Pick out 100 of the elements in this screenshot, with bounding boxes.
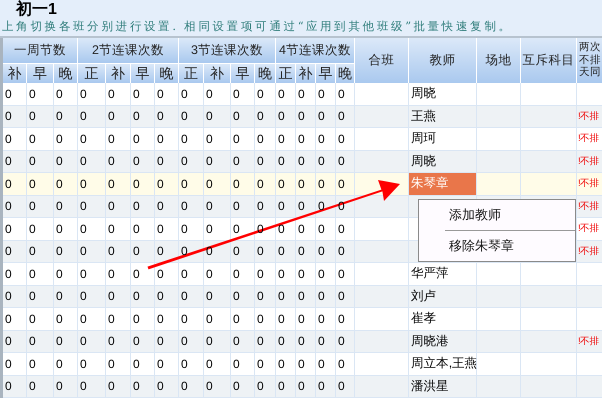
- table-cell[interactable]: 0: [27, 240, 54, 263]
- table-cell[interactable]: 0: [78, 330, 106, 353]
- table-cell[interactable]: 0: [27, 128, 54, 150]
- table-cell[interactable]: 0: [316, 330, 336, 353]
- table-cell[interactable]: 0: [276, 83, 296, 106]
- table-cell[interactable]: 0: [276, 263, 296, 286]
- table-cell[interactable]: 0: [316, 106, 336, 128]
- table-cell[interactable]: 0: [336, 330, 355, 353]
- table-cell[interactable]: 0: [231, 330, 255, 353]
- table-cell[interactable]: 0: [179, 196, 204, 218]
- table-cell[interactable]: 0: [54, 353, 78, 376]
- table-cell[interactable]: 0: [276, 128, 296, 150]
- table-cell[interactable]: 0: [131, 286, 155, 308]
- table-cell[interactable]: 0: [106, 128, 131, 150]
- teacher-cell[interactable]: 王燕: [409, 106, 477, 128]
- table-cell[interactable]: 0: [155, 83, 179, 106]
- table-cell[interactable]: 0: [255, 286, 276, 308]
- table-cell[interactable]: 0: [204, 218, 231, 240]
- table-cell[interactable]: 0: [179, 128, 204, 150]
- table-cell[interactable]: 0: [78, 240, 106, 263]
- table-cell[interactable]: 0: [231, 196, 255, 218]
- table-cell[interactable]: 0: [336, 173, 355, 196]
- table-cell[interactable]: 0: [78, 106, 106, 128]
- table-cell[interactable]: 0: [336, 353, 355, 376]
- table-cell[interactable]: 0: [204, 308, 231, 330]
- table-cell[interactable]: 0: [276, 240, 296, 263]
- table-cell[interactable]: 0: [27, 286, 54, 308]
- table-cell[interactable]: 0: [179, 308, 204, 330]
- table-cell[interactable]: 0: [78, 128, 106, 150]
- table-cell[interactable]: 0: [78, 218, 106, 240]
- table-cell[interactable]: 0: [316, 263, 336, 286]
- table-cell[interactable]: 0: [255, 196, 276, 218]
- table-cell[interactable]: 0: [255, 173, 276, 196]
- table-cell[interactable]: 0: [106, 173, 131, 196]
- menu-item[interactable]: 添加教师: [419, 200, 575, 230]
- table-cell[interactable]: 0: [155, 286, 179, 308]
- table-cell[interactable]: 0: [296, 263, 316, 286]
- teacher-cell[interactable]: 崔孝: [409, 308, 477, 330]
- table-cell[interactable]: 0: [3, 196, 27, 218]
- table-cell[interactable]: 0: [336, 106, 355, 128]
- table-cell[interactable]: 0: [131, 83, 155, 106]
- table-cell[interactable]: 0: [155, 308, 179, 330]
- table-cell[interactable]: 0: [316, 308, 336, 330]
- table-cell[interactable]: 0: [54, 150, 78, 173]
- table-cell[interactable]: 0: [131, 308, 155, 330]
- table-cell[interactable]: 0: [54, 128, 78, 150]
- table-cell[interactable]: 0: [131, 263, 155, 286]
- table-cell[interactable]: 0: [155, 128, 179, 150]
- table-cell[interactable]: 0: [179, 376, 204, 398]
- table-cell[interactable]: 0: [78, 308, 106, 330]
- table-cell[interactable]: 0: [255, 83, 276, 106]
- table-cell[interactable]: 0: [276, 376, 296, 398]
- table-cell[interactable]: 0: [106, 150, 131, 173]
- table-cell[interactable]: 0: [336, 150, 355, 173]
- table-cell[interactable]: 0: [131, 240, 155, 263]
- table-cell[interactable]: 0: [316, 240, 336, 263]
- table-cell[interactable]: 0: [179, 330, 204, 353]
- table-cell[interactable]: 0: [231, 308, 255, 330]
- table-cell[interactable]: 0: [3, 150, 27, 173]
- table-cell[interactable]: 0: [78, 150, 106, 173]
- table-cell[interactable]: 0: [54, 83, 78, 106]
- table-cell[interactable]: 0: [27, 83, 54, 106]
- table-cell[interactable]: 0: [336, 286, 355, 308]
- table-cell[interactable]: 0: [179, 106, 204, 128]
- table-cell[interactable]: 0: [27, 196, 54, 218]
- table-cell[interactable]: 0: [3, 353, 27, 376]
- table-cell[interactable]: 0: [106, 330, 131, 353]
- table-cell[interactable]: 0: [296, 308, 316, 330]
- table-cell[interactable]: 0: [3, 263, 27, 286]
- table-cell[interactable]: 0: [316, 150, 336, 173]
- table-cell[interactable]: 0: [255, 150, 276, 173]
- table-cell[interactable]: 0: [231, 286, 255, 308]
- table-cell[interactable]: 0: [179, 286, 204, 308]
- table-cell[interactable]: 0: [106, 353, 131, 376]
- table-cell[interactable]: 0: [106, 218, 131, 240]
- table-cell[interactable]: 0: [78, 263, 106, 286]
- teacher-cell[interactable]: 周珂: [409, 128, 477, 150]
- table-cell[interactable]: 0: [255, 308, 276, 330]
- table-cell[interactable]: 0: [106, 308, 131, 330]
- table-cell[interactable]: 0: [296, 83, 316, 106]
- table-cell[interactable]: 0: [3, 240, 27, 263]
- table-cell[interactable]: 0: [106, 196, 131, 218]
- table-cell[interactable]: 0: [255, 106, 276, 128]
- table-cell[interactable]: 0: [316, 286, 336, 308]
- table-cell[interactable]: 0: [27, 173, 54, 196]
- table-cell[interactable]: 0: [276, 286, 296, 308]
- table-cell[interactable]: 0: [27, 218, 54, 240]
- teacher-cell[interactable]: 华严萍: [409, 263, 477, 286]
- table-cell[interactable]: 0: [106, 83, 131, 106]
- table-cell[interactable]: 0: [78, 353, 106, 376]
- table-cell[interactable]: 0: [155, 173, 179, 196]
- table-cell[interactable]: 0: [204, 196, 231, 218]
- table-cell[interactable]: 0: [78, 376, 106, 398]
- table-cell[interactable]: 0: [231, 240, 255, 263]
- teacher-cell[interactable]: 周立本,王燕: [409, 353, 477, 376]
- teacher-cell[interactable]: 周晓港: [409, 330, 477, 353]
- table-cell[interactable]: 0: [231, 173, 255, 196]
- table-cell[interactable]: 0: [316, 83, 336, 106]
- table-cell[interactable]: 0: [296, 150, 316, 173]
- table-cell[interactable]: 0: [276, 330, 296, 353]
